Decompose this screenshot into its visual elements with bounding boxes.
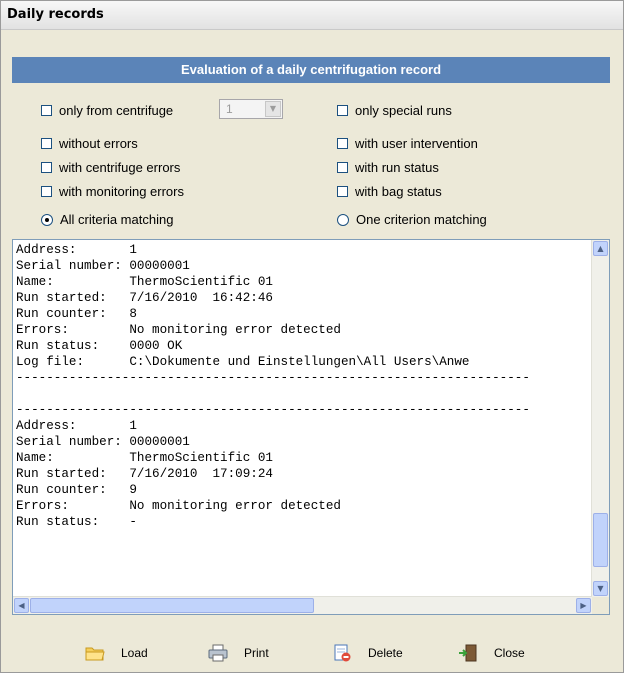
checkbox-with-centrifuge-errors[interactable]	[41, 162, 52, 173]
checkbox-with-bag-status[interactable]	[337, 186, 348, 197]
delete-button[interactable]: Delete	[332, 643, 403, 663]
vertical-scrollbar[interactable]: ▲ ▼	[591, 240, 609, 597]
filter-label: without errors	[59, 136, 138, 151]
centrifuge-select-value: 1	[226, 102, 233, 116]
folder-icon	[85, 644, 105, 662]
filter-label: with bag status	[355, 184, 442, 199]
filter-label: only special runs	[355, 103, 452, 118]
filter-with-bag-status[interactable]: with bag status	[337, 184, 442, 199]
dialog-body: Evaluation of a daily centrifugation rec…	[12, 47, 610, 662]
filter-label: with run status	[355, 160, 439, 175]
radio-one-criterion[interactable]: One criterion matching	[337, 212, 487, 227]
radio-all-criteria[interactable]: All criteria matching	[41, 212, 173, 227]
close-button-label: Close	[494, 646, 525, 660]
filter-label: with centrifuge errors	[59, 160, 181, 175]
checkbox-without-errors[interactable]	[41, 138, 52, 149]
filter-only-special-runs[interactable]: only special runs	[337, 103, 452, 118]
delete-button-label: Delete	[368, 646, 403, 660]
filter-without-errors[interactable]: without errors	[41, 136, 138, 151]
scroll-down-icon[interactable]: ▼	[593, 581, 608, 596]
load-button[interactable]: Load	[85, 643, 148, 663]
filter-label: only from centrifuge	[59, 103, 174, 118]
close-button[interactable]: Close	[458, 643, 525, 663]
radio-label: All criteria matching	[60, 212, 174, 227]
filter-with-run-status[interactable]: with run status	[337, 160, 439, 175]
checkbox-only-special-runs[interactable]	[337, 105, 348, 116]
load-button-label: Load	[121, 646, 148, 660]
scroll-left-icon[interactable]: ◀	[14, 598, 29, 613]
radio-button-all-criteria[interactable]	[41, 213, 53, 226]
delete-document-icon	[332, 644, 352, 662]
filter-label: with monitoring errors	[59, 184, 184, 199]
filter-with-user-intervention[interactable]: with user intervention	[337, 136, 478, 151]
centrifuge-select[interactable]: 1 ▼	[219, 99, 283, 119]
section-header: Evaluation of a daily centrifugation rec…	[12, 57, 610, 83]
chevron-down-icon[interactable]: ▼	[265, 101, 281, 117]
checkbox-with-run-status[interactable]	[337, 162, 348, 173]
filter-label: with user intervention	[355, 136, 478, 151]
filter-with-monitoring-errors[interactable]: with monitoring errors	[41, 184, 184, 199]
horizontal-scrollbar[interactable]: ◀ ▶	[13, 596, 592, 614]
daily-records-window: Daily records Evaluation of a daily cent…	[0, 0, 624, 673]
filter-with-centrifuge-errors[interactable]: with centrifuge errors	[41, 160, 180, 175]
checkbox-only-from-centrifuge[interactable]	[41, 105, 52, 116]
window-title: Daily records	[7, 7, 104, 22]
filter-only-from-centrifuge[interactable]: only from centrifuge	[41, 103, 173, 118]
exit-door-icon	[458, 644, 478, 662]
printer-icon	[208, 644, 228, 662]
print-button[interactable]: Print	[208, 643, 269, 663]
checkbox-with-monitoring-errors[interactable]	[41, 186, 52, 197]
radio-button-one-criterion[interactable]	[337, 213, 349, 226]
record-log-textarea[interactable]: Address: 1 Serial number: 00000001 Name:…	[12, 239, 610, 615]
radio-label: One criterion matching	[356, 212, 487, 227]
scrollbar-corner	[592, 597, 609, 614]
scroll-right-icon[interactable]: ▶	[576, 598, 591, 613]
vertical-scroll-thumb[interactable]	[593, 513, 608, 567]
record-log-text: Address: 1 Serial number: 00000001 Name:…	[16, 243, 530, 529]
checkbox-with-user-intervention[interactable]	[337, 138, 348, 149]
print-button-label: Print	[244, 646, 269, 660]
scroll-up-icon[interactable]: ▲	[593, 241, 608, 256]
horizontal-scroll-thumb[interactable]	[30, 598, 314, 613]
title-bar[interactable]: Daily records	[1, 1, 623, 30]
